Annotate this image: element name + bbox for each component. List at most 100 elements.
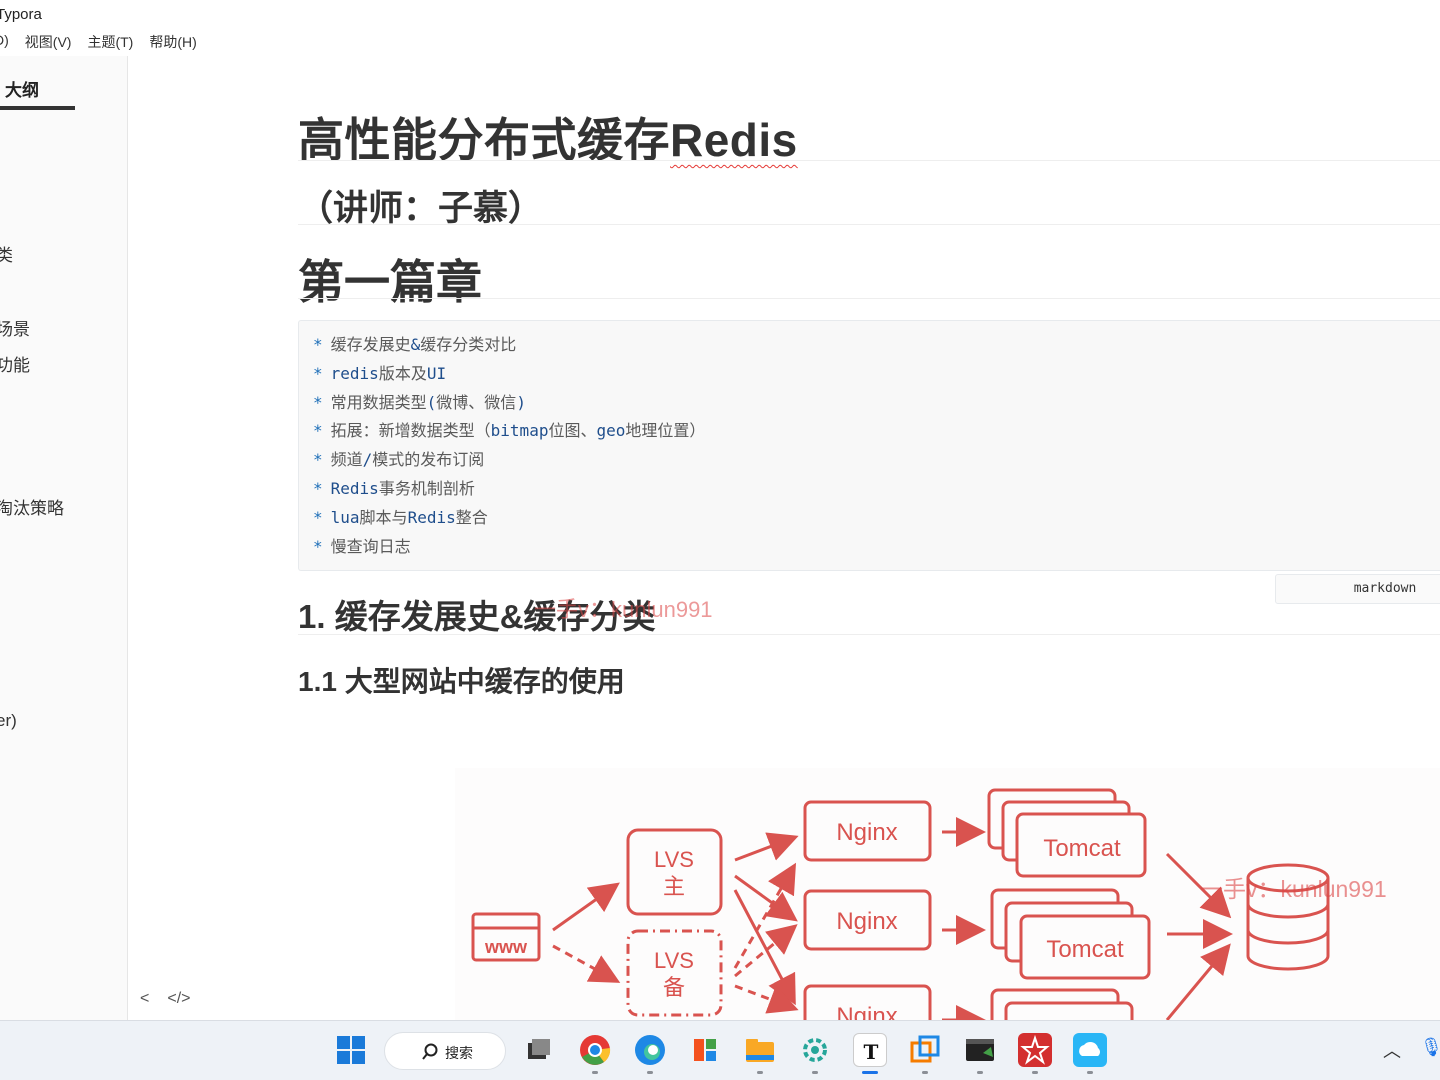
code-token: geo [596, 421, 626, 441]
outline-item[interactable]: 场景 [0, 315, 30, 340]
heading-divider [298, 298, 1440, 299]
title-bar: Typora [0, 0, 1440, 30]
start-icon[interactable] [334, 1033, 368, 1067]
code-token: 模式的发布订阅 [372, 450, 485, 470]
code-token: 事务机制剖析 [378, 478, 475, 498]
code-token: 脚本与 [359, 507, 408, 527]
code-token: 位图、 [548, 421, 597, 441]
outline-sidebar: 大纲 类 场景 功能 淘汰策略 er) [0, 56, 128, 1020]
list-bullet: * [313, 450, 323, 470]
running-indicator [812, 1071, 818, 1074]
code-token: lua [330, 507, 360, 527]
code-line: * 频道/模式的发布订阅 [313, 446, 1440, 475]
www-label: www [484, 937, 528, 957]
heading-divider [298, 634, 1440, 635]
active-indicator [862, 1071, 878, 1074]
menu-item-theme[interactable]: 主题(T) [87, 32, 133, 56]
code-token: 频道 [330, 450, 363, 470]
list-bullet: * [313, 392, 323, 412]
file-explorer-icon[interactable] [743, 1033, 777, 1067]
lvs-master-role: 主 [663, 874, 685, 899]
outline-tab[interactable]: 大纲 [5, 76, 39, 101]
list-bullet: * [313, 478, 323, 498]
edge-icon[interactable] [633, 1033, 667, 1067]
code-line: * Redis事务机制剖析 [313, 475, 1440, 504]
taskbar-search[interactable]: 搜索 [384, 1032, 506, 1070]
running-indicator [592, 1071, 598, 1074]
code-token: 慢查询日志 [330, 536, 411, 556]
running-indicator [647, 1071, 653, 1074]
running-indicator [1032, 1071, 1038, 1074]
nginx-label: Nginx [836, 908, 897, 935]
code-token: Redis [407, 507, 456, 527]
list-bullet: * [313, 335, 323, 354]
code-line: * 常用数据类型(微博、微信) [313, 389, 1440, 418]
heading-divider [298, 224, 1440, 225]
title-redis-word: Redis [670, 114, 798, 166]
code-token: 版本及 [378, 363, 427, 383]
app-title: Typora [0, 6, 42, 23]
code-line: * redis版本及UI [313, 360, 1440, 389]
outline-tab-indicator [0, 106, 75, 110]
store-icon[interactable] [688, 1033, 722, 1067]
list-bullet: * [313, 363, 323, 383]
search-label: 搜索 [445, 1045, 473, 1061]
code-block[interactable]: * 缓存发展史&缓存分类对比 * redis版本及UI * 常用数据类型(微博、微信) * 拓… [298, 320, 1440, 571]
lvs-master-box [626, 828, 723, 916]
subsection-heading: 1.1 大型网站中缓存的使用 [298, 666, 625, 697]
gear-app-icon[interactable] [798, 1033, 832, 1067]
watermark: 一手v：kunlun991 [1200, 876, 1387, 902]
menu-item-help[interactable]: 帮助(H) [149, 32, 196, 56]
running-indicator [757, 1071, 763, 1074]
microphone-icon[interactable]: 🎙 [1420, 1037, 1440, 1058]
code-token: 微博、微信 [436, 392, 517, 412]
code-line: * 缓存发展史&缓存分类对比 [313, 331, 1440, 360]
code-token: 缓存分类对比 [420, 335, 517, 354]
terminal-icon[interactable] [963, 1033, 997, 1067]
code-token: 拓展：新增数据类型（ [330, 421, 491, 441]
outline-item[interactable]: 功能 [0, 351, 30, 376]
running-indicator [922, 1071, 928, 1074]
lvs-backup-label: LVS [654, 948, 694, 973]
wps-icon[interactable] [1018, 1033, 1052, 1067]
taskbar: 搜索 T ︿ 🎙 [0, 1020, 1440, 1080]
collapse-sidebar-button[interactable]: < [140, 990, 149, 1008]
code-token: ( [426, 392, 437, 412]
vmware-icon[interactable] [908, 1033, 942, 1067]
typora-icon[interactable]: T [853, 1033, 887, 1067]
menu-bar: D) 视图(V) 主题(T) 帮助(H) [0, 32, 197, 56]
search-icon [422, 1043, 438, 1060]
code-token: Redis [330, 478, 379, 498]
menu-item-view[interactable]: 视图(V) [25, 32, 72, 56]
list-bullet: * [313, 421, 323, 441]
code-line: * 拓展：新增数据类型（bitmap位图、geo地理位置） [313, 417, 1440, 446]
code-line: * lua脚本与Redis整合 [313, 504, 1440, 533]
code-token: redis [330, 363, 379, 383]
title-prefix: 高性能分布式缓存 [298, 114, 670, 166]
tray-chevron-up-icon[interactable]: ︿ [1383, 1037, 1401, 1063]
heading-divider [298, 160, 1440, 161]
lvs-backup-role: 备 [663, 975, 685, 1000]
running-indicator [977, 1071, 983, 1074]
code-token: 整合 [455, 507, 488, 527]
list-bullet: * [313, 536, 323, 556]
code-token: / [362, 450, 373, 470]
menu-item-partial[interactable]: D) [0, 32, 9, 56]
code-token: UI [426, 363, 447, 383]
code-language-selector[interactable]: markdown [1275, 574, 1440, 604]
watermark: 一手v：kunlun991 [534, 597, 713, 622]
outline-item[interactable]: 淘汰策略 [0, 494, 64, 519]
list-bullet: * [313, 507, 323, 527]
outline-item[interactable]: 类 [0, 241, 13, 266]
lvs-backup-box [626, 929, 723, 1017]
chrome-icon[interactable] [578, 1033, 612, 1067]
cloud-icon[interactable] [1073, 1033, 1107, 1067]
running-indicator [1087, 1071, 1093, 1074]
source-mode-button[interactable]: </> [167, 990, 190, 1008]
nginx-label: Nginx [836, 819, 897, 846]
task-view-icon[interactable] [522, 1033, 556, 1067]
chapter-heading: 第一篇章 [298, 256, 482, 308]
nginx-label: Nginx [836, 1003, 897, 1020]
code-line: * 慢查询日志 [313, 533, 1440, 562]
outline-item[interactable]: er) [0, 711, 17, 731]
